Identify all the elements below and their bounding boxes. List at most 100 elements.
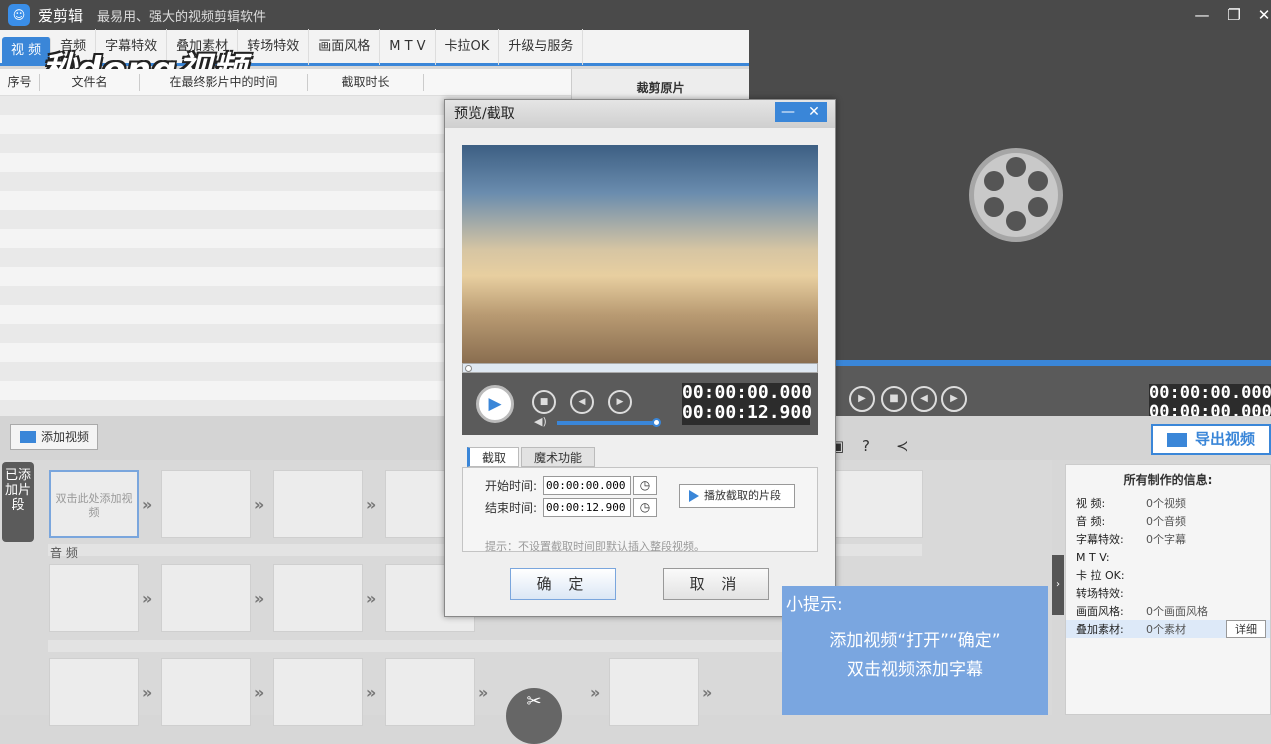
tip-overlay: 小提示: 添加视频“打开”“确定” 双击视频添加字幕 — [782, 586, 1048, 715]
cancel-button[interactable]: 取 消 — [663, 568, 769, 600]
arrow-icon: » — [366, 495, 377, 514]
minimize-icon[interactable]: — — [1189, 3, 1215, 27]
audio-slot[interactable] — [161, 564, 251, 632]
tip-title: 小提示: — [786, 595, 843, 615]
arrow-icon: » — [254, 495, 265, 514]
info-key: M T V: — [1076, 550, 1110, 564]
arrow-icon: » — [142, 495, 153, 514]
help-icon[interactable]: ? — [862, 437, 870, 455]
tab-karaoke[interactable]: 卡拉OK — [436, 28, 500, 65]
info-title: 所有制作的信息: — [1123, 473, 1213, 487]
title-bar: ☺ 爱剪辑 最易用、强大的视频剪辑软件 — ❐ ✕ — [0, 0, 1271, 30]
video-preview-frame — [462, 145, 818, 363]
add-video-label: 添加视频 — [41, 430, 90, 444]
track-slot[interactable] — [609, 658, 699, 726]
app-name: 爱剪辑 — [38, 6, 84, 25]
dialog-minimize-icon[interactable]: — — [775, 102, 801, 122]
share-icon[interactable]: ≺ — [896, 437, 909, 455]
play-icon[interactable]: ▶ — [476, 385, 514, 423]
app-slogan: 最易用、强大的视频剪辑软件 — [97, 9, 267, 25]
stop-icon[interactable]: ■ — [532, 390, 556, 414]
main-play-icon[interactable]: ▶ — [849, 386, 875, 412]
tab-magic[interactable]: 魔术功能 — [521, 447, 596, 467]
info-key: 音 频: — [1076, 515, 1106, 528]
info-key: 叠加素材: — [1076, 623, 1124, 636]
film-reel-icon — [969, 148, 1063, 242]
info-row: 叠加素材: 0个素材 详细 — [1066, 620, 1270, 638]
track-slot[interactable] — [385, 658, 475, 726]
info-row: 画面风格: 0个画面风格 — [1066, 602, 1270, 620]
dialog-close-icon[interactable]: ✕ — [801, 102, 827, 122]
next-frame-icon[interactable]: ▶ — [608, 390, 632, 414]
video-slot[interactable] — [161, 470, 251, 538]
arrow-icon: » — [142, 683, 153, 702]
play-triangle-icon — [689, 490, 699, 502]
arrow-icon: » — [366, 683, 377, 702]
close-icon[interactable]: ✕ — [1251, 3, 1271, 27]
start-time-row: 开始时间: ◷ — [485, 476, 657, 495]
audio-slot[interactable] — [49, 564, 139, 632]
export-label: 导出视频 — [1195, 430, 1256, 448]
col-filename: 文件名 — [40, 73, 140, 91]
scissors-icon[interactable]: ✂ — [506, 688, 562, 744]
col-duration: 截取时长 — [308, 73, 424, 91]
video-slot[interactable] — [833, 470, 923, 538]
time-current: 00:00:00.000 — [682, 382, 813, 403]
export-video-button[interactable]: 导出视频 — [1151, 424, 1271, 455]
track-separator — [48, 640, 782, 652]
main-next-icon[interactable]: ▶ — [941, 386, 967, 412]
volume-handle[interactable] — [652, 418, 661, 427]
col-time-in-movie: 在最终影片中的时间 — [140, 73, 308, 91]
arrow-icon: » — [142, 589, 153, 608]
arrow-icon: » — [366, 589, 377, 608]
clock-icon[interactable]: ◷ — [633, 498, 657, 517]
tab-style[interactable]: 画面风格 — [309, 28, 381, 65]
video-progress-bar[interactable] — [462, 363, 818, 373]
tab-cut[interactable]: 截取 — [467, 447, 520, 467]
tip-line-1: 添加视频“打开”“确定” — [829, 631, 1001, 651]
track-slot[interactable] — [161, 658, 251, 726]
volume-slider[interactable] — [557, 421, 655, 425]
arrow-icon: » — [254, 683, 265, 702]
volume-icon[interactable]: ◀) — [534, 415, 547, 428]
info-row: 音 频: 0个音频 — [1066, 512, 1270, 530]
restore-icon[interactable]: ❐ — [1221, 3, 1247, 27]
add-video-slot[interactable]: 双击此处添加视频 — [49, 470, 139, 538]
progress-handle[interactable] — [465, 365, 472, 372]
track-slot[interactable] — [273, 658, 363, 726]
end-time-row: 结束时间: ◷ — [485, 498, 657, 517]
info-value: 0个画面风格 — [1146, 605, 1208, 618]
start-time-label: 开始时间: — [485, 479, 538, 493]
main-stop-icon[interactable]: ■ — [881, 386, 907, 412]
video-slot[interactable] — [273, 470, 363, 538]
cut-settings-panel: 开始时间: ◷ 结束时间: ◷ 播放截取的片段 提示：不设置截取时间即默认插入整… — [462, 467, 818, 553]
ok-button[interactable]: 确 定 — [510, 568, 616, 600]
tab-mtv[interactable]: M T V — [380, 28, 436, 65]
start-time-input[interactable] — [543, 476, 631, 495]
track-slot[interactable] — [49, 658, 139, 726]
tab-transition[interactable]: 转场特效 — [238, 28, 310, 65]
audio-slot[interactable] — [273, 564, 363, 632]
info-row: 卡 拉 OK: — [1066, 566, 1270, 584]
collapse-panel-icon[interactable]: › — [1052, 555, 1064, 615]
cut-title: 裁剪原片 — [636, 81, 685, 95]
play-clip-button[interactable]: 播放截取的片段 — [679, 484, 795, 508]
arrow-icon: » — [590, 683, 601, 702]
end-time-input[interactable] — [543, 498, 631, 517]
dialog-time-display: 00:00:00.000 00:00:12.900 — [682, 382, 813, 425]
export-icon — [1167, 433, 1187, 447]
info-key: 画面风格: — [1076, 605, 1124, 618]
prev-frame-icon[interactable]: ◀ — [570, 390, 594, 414]
arrow-icon: » — [254, 589, 265, 608]
preview-cut-dialog: 预览/截取 — ✕ ▶ ■ ◀ ▶ ◀) 00:00:00.000 00:00:… — [444, 99, 836, 617]
col-index: 序号 — [0, 73, 40, 91]
time-total: 00:00:12.900 — [682, 402, 813, 423]
app-logo-icon: ☺ — [8, 4, 30, 26]
main-time-current: 00:00:00.000 — [1149, 383, 1271, 403]
main-prev-icon[interactable]: ◀ — [911, 386, 937, 412]
clock-icon[interactable]: ◷ — [633, 476, 657, 495]
add-video-button[interactable]: 添加视频 — [10, 424, 98, 450]
end-time-label: 结束时间: — [485, 501, 538, 515]
detail-button[interactable]: 详细 — [1226, 620, 1266, 638]
tab-upgrade[interactable]: 升级与服务 — [499, 28, 584, 65]
